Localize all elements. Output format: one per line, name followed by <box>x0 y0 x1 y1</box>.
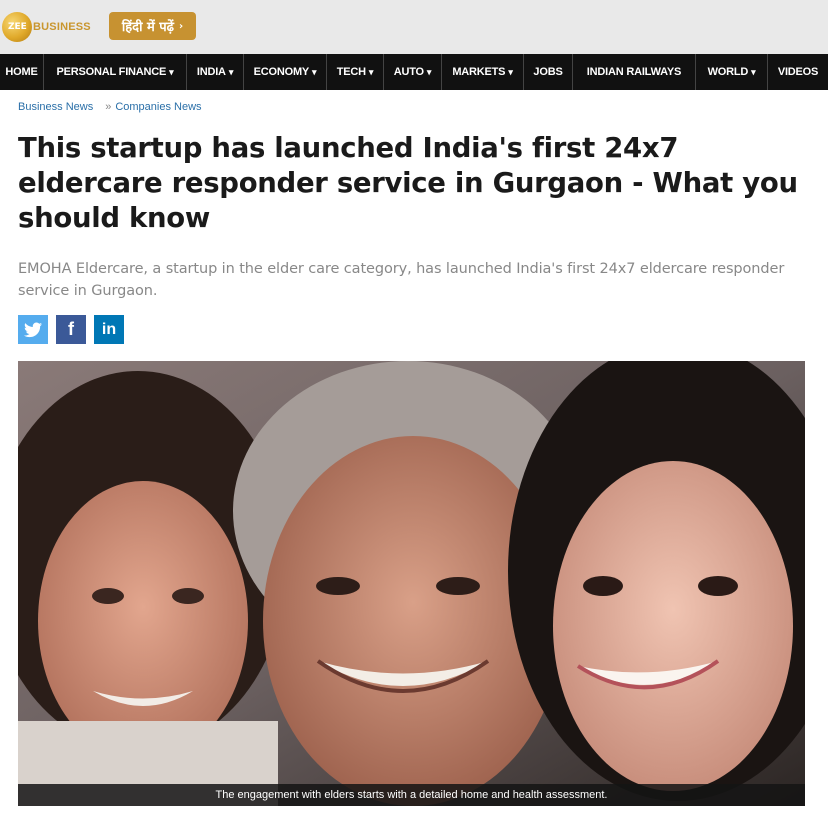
chevron-right-icon: › <box>178 20 184 32</box>
article-hero-image: The engagement with elders starts with a… <box>18 361 805 806</box>
facebook-icon: f <box>68 319 74 339</box>
nav-item-jobs[interactable]: JOBS <box>524 54 573 90</box>
facebook-share-button[interactable]: f <box>56 315 86 344</box>
article-headline: This startup has launched India's first … <box>18 132 798 234</box>
nav-item-world[interactable]: WORLD ▾ <box>696 54 768 90</box>
nav-label: AUTO <box>393 66 424 78</box>
breadcrumb-business-news[interactable]: Business News <box>18 101 93 113</box>
image-caption: The engagement with elders starts with a… <box>18 784 805 806</box>
chevron-down-icon: ▾ <box>426 66 432 77</box>
nav-item-indian-railways[interactable]: INDIAN RAILWAYS <box>573 54 696 90</box>
nav-item-markets[interactable]: MARKETS ▾ <box>442 54 524 90</box>
chevron-down-icon: ▾ <box>751 66 756 77</box>
nav-item-india[interactable]: INDIA ▾ <box>187 54 244 90</box>
nav-item-auto[interactable]: AUTO ▾ <box>384 54 442 90</box>
nav-label: PERSONAL FINANCE <box>56 66 167 78</box>
logo-business-text: BUSINESS <box>33 21 91 33</box>
chevron-down-icon: ▾ <box>508 66 513 77</box>
nav-item-tech[interactable]: TECH ▾ <box>327 54 384 90</box>
article-summary: EMOHA Eldercare, a startup in the elder … <box>18 261 785 299</box>
breadcrumb-companies-news[interactable]: Companies News <box>115 101 201 113</box>
nav-item-videos[interactable]: VIDEOS <box>768 54 828 90</box>
read-in-hindi-label: हिंदी में पढ़ें <box>121 20 174 35</box>
logo-coin-icon: ZEE <box>2 12 32 42</box>
nav-label: HOME <box>5 66 38 78</box>
chevron-down-icon: ▾ <box>228 66 234 77</box>
linkedin-share-button[interactable]: in <box>94 315 124 344</box>
hero-photo-illustration <box>18 361 805 806</box>
zee-business-logo[interactable]: ZEE BUSINESS <box>2 10 92 44</box>
nav-item-home[interactable]: HOME <box>0 54 44 90</box>
nav-label: TECH <box>336 66 366 78</box>
nav-label: WORLD <box>707 66 749 78</box>
nav-label: JOBS <box>533 66 563 78</box>
logo-zee-text: ZEE <box>8 22 27 32</box>
breadcrumb-separator: » <box>105 101 112 113</box>
twitter-share-button[interactable] <box>18 315 48 344</box>
breadcrumb: Business News » Companies News <box>18 101 202 113</box>
top-bar: ZEE BUSINESS हिंदी में पढ़ें › <box>0 0 828 54</box>
twitter-icon <box>24 322 42 337</box>
nav-label: ECONOMY <box>253 66 310 78</box>
nav-item-economy[interactable]: ECONOMY ▾ <box>244 54 327 90</box>
nav-label: INDIAN RAILWAYS <box>586 66 682 78</box>
nav-label: MARKETS <box>452 66 506 78</box>
share-bar: f in <box>18 315 124 344</box>
chevron-down-icon: ▾ <box>312 66 317 77</box>
nav-label: VIDEOS <box>777 66 819 78</box>
nav-item-personal-finance[interactable]: PERSONAL FINANCE ▾ <box>44 54 187 90</box>
chevron-down-icon: ▾ <box>368 66 374 77</box>
read-in-hindi-button[interactable]: हिंदी में पढ़ें › <box>109 12 196 40</box>
nav-label: INDIA <box>196 66 226 78</box>
chevron-down-icon: ▾ <box>169 66 174 77</box>
linkedin-icon: in <box>101 320 117 338</box>
main-nav: HOME PERSONAL FINANCE ▾ INDIA ▾ ECONOMY ▾ T… <box>0 54 828 90</box>
